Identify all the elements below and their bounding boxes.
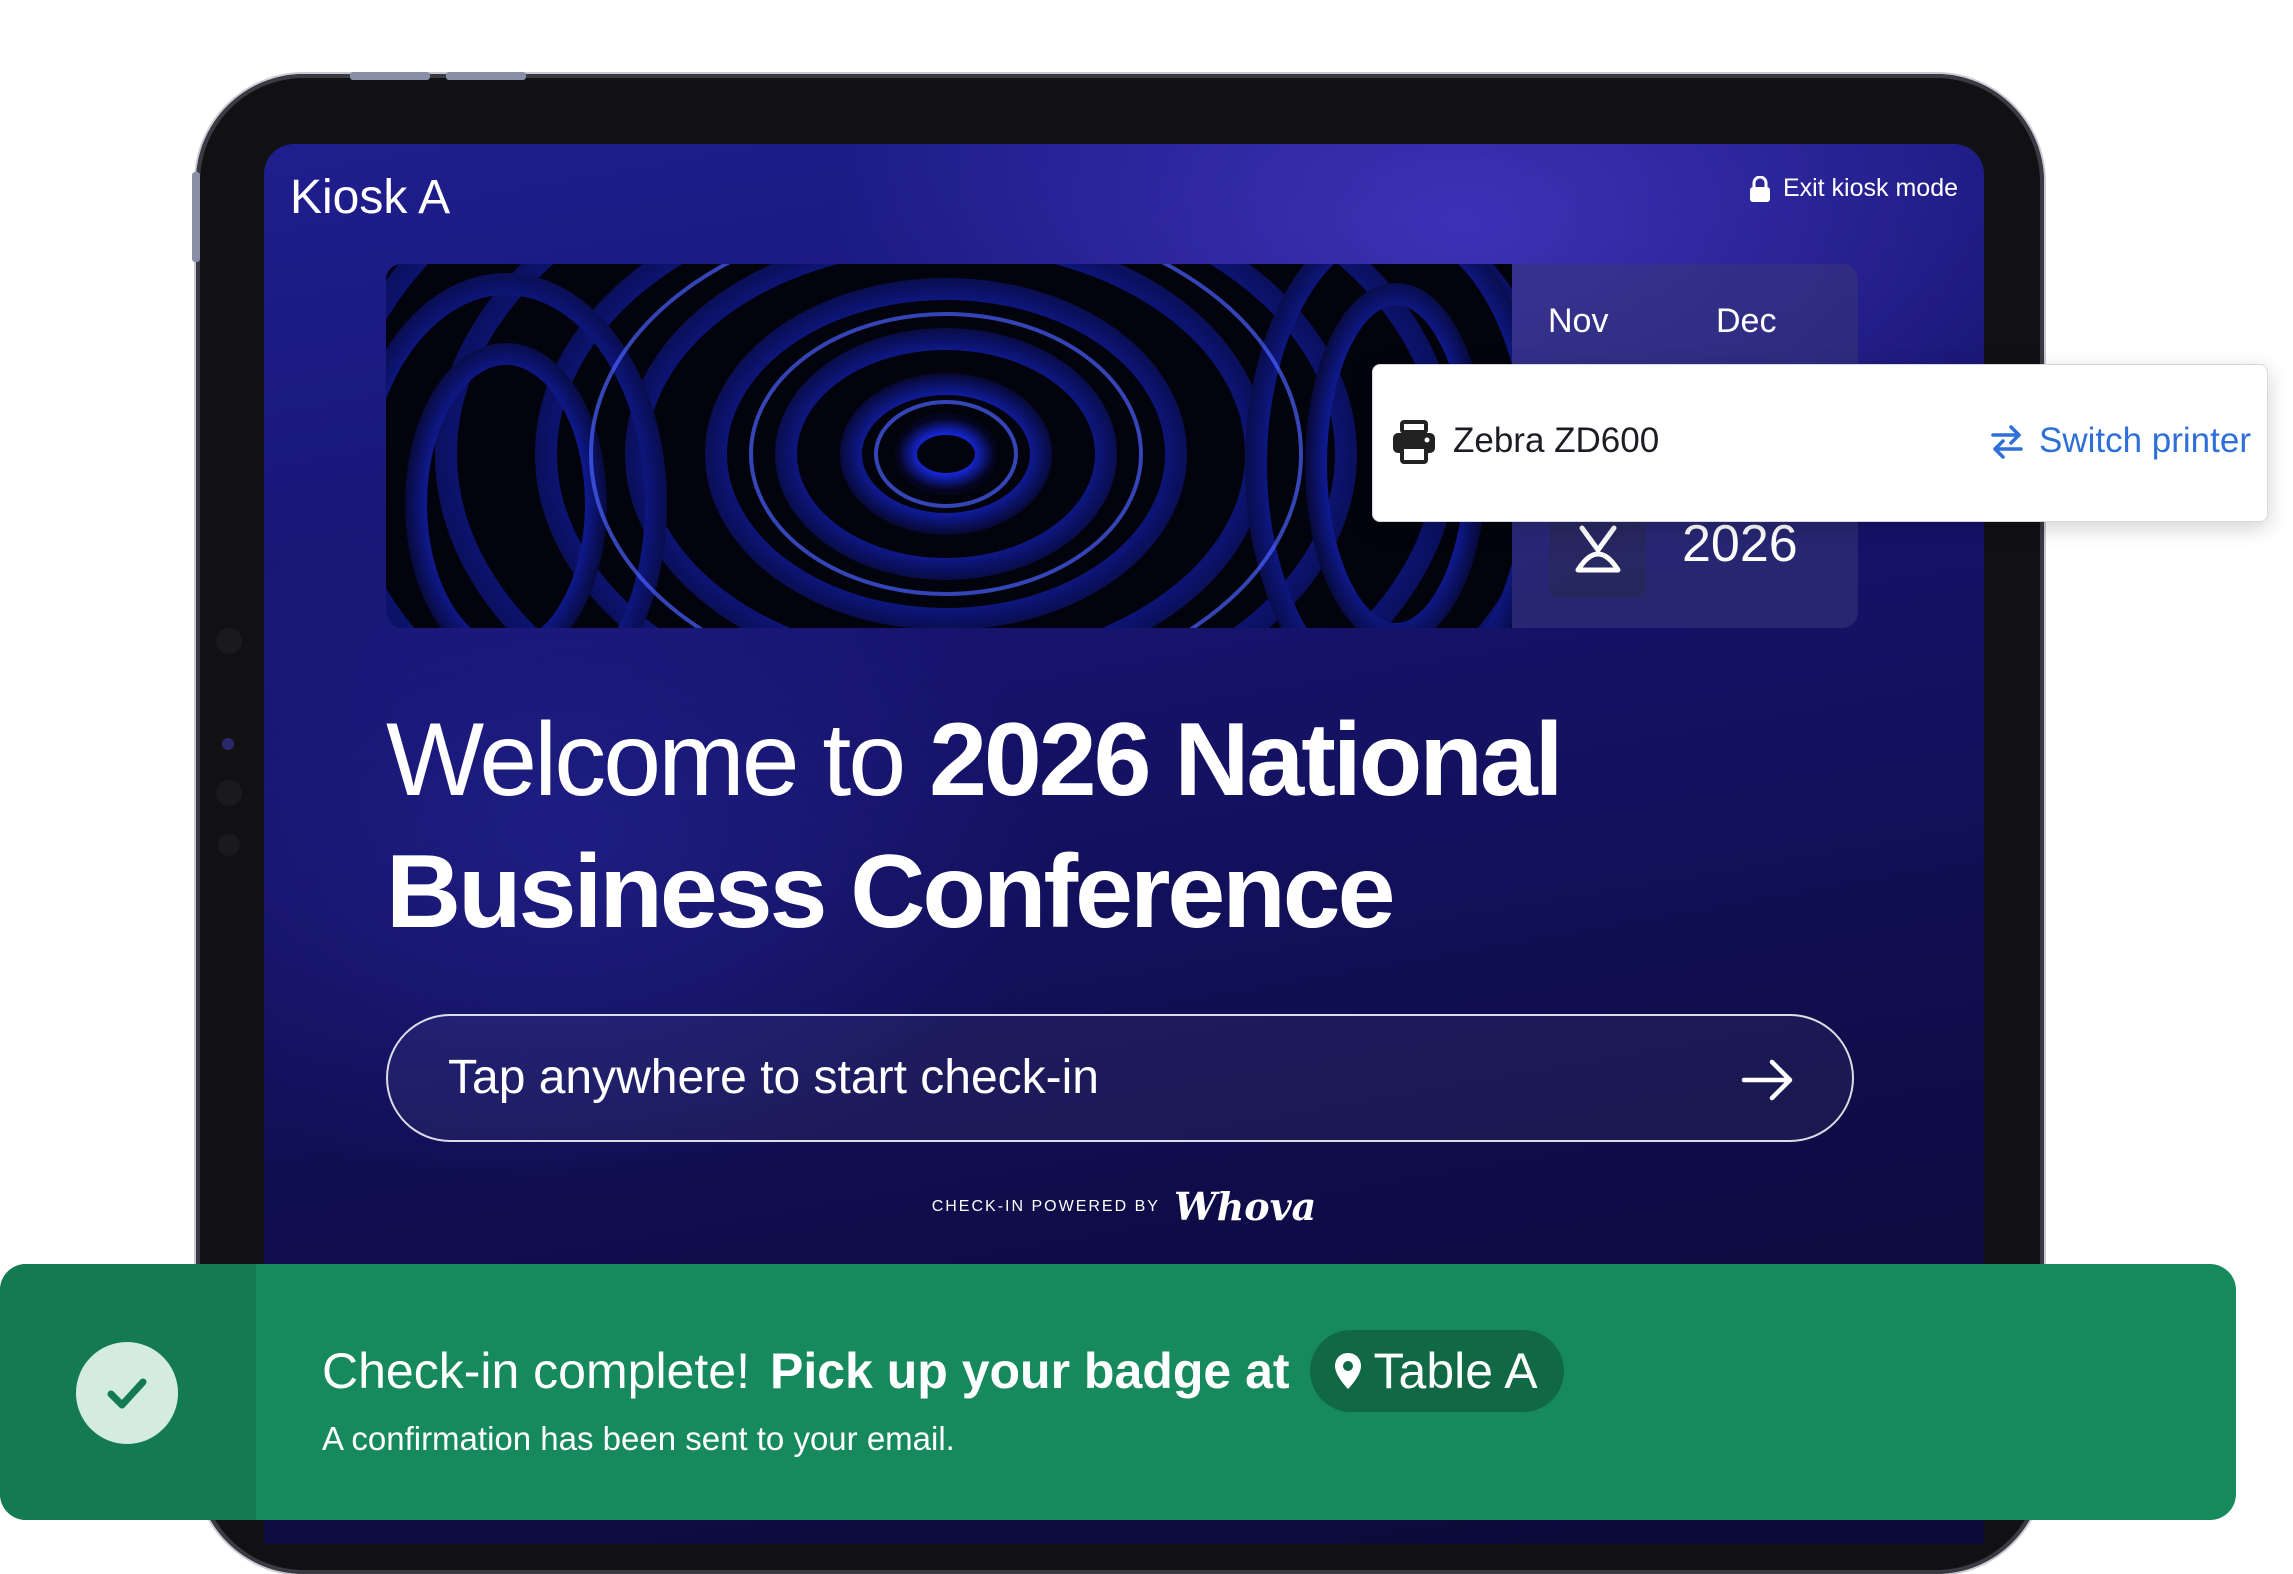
- printer-name: Zebra ZD600: [1453, 421, 1660, 460]
- badge-location-pill: Table A: [1309, 1330, 1564, 1412]
- whova-logo: Whova: [1173, 1184, 1317, 1229]
- banner-artwork: [386, 264, 1512, 628]
- event-year: 2026: [1682, 515, 1798, 573]
- exit-kiosk-button[interactable]: Exit kiosk mode: [1749, 174, 1958, 203]
- month-end: Dec: [1716, 302, 1777, 340]
- checkin-complete-text: Check-in complete!: [322, 1343, 750, 1399]
- lock-icon: [1749, 175, 1770, 202]
- check-icon: [107, 1378, 147, 1409]
- pickup-instruction: Pick up your badge at: [769, 1343, 1290, 1399]
- checkin-success-toast: Check-in complete! Pick up your badge at…: [0, 1264, 2236, 1520]
- event-logo-icon: [1575, 525, 1621, 573]
- camera-dot: [218, 834, 240, 856]
- toast-icon-area: [0, 1264, 256, 1520]
- toast-subtitle: A confirmation has been sent to your ema…: [322, 1420, 955, 1457]
- start-checkin-button[interactable]: Tap anywhere to start check-in: [386, 1014, 1854, 1142]
- camera-dot: [222, 738, 234, 750]
- printer-icon: [1393, 420, 1435, 464]
- switch-icon: [1991, 425, 2023, 459]
- camera-dot: [216, 780, 242, 806]
- check-circle: [76, 1342, 178, 1444]
- kiosk-title: Kiosk A: [290, 171, 451, 224]
- start-checkin-label: Tap anywhere to start check-in: [448, 1051, 1099, 1104]
- toast-title: Check-in complete! Pick up your badge at…: [322, 1330, 1564, 1412]
- camera-dot: [216, 628, 242, 654]
- welcome-event-name-2: Business Conference: [386, 834, 1395, 950]
- power-button: [192, 172, 200, 262]
- powered-by: CHECK-IN POWERED BY Whova: [264, 1184, 1984, 1229]
- volume-button-top: [350, 72, 430, 80]
- exit-kiosk-label: Exit kiosk mode: [1782, 174, 1958, 202]
- powered-by-label: CHECK-IN POWERED BY: [931, 1197, 1160, 1215]
- printer-card: Zebra ZD600 Switch printer: [1372, 364, 2268, 522]
- welcome-heading: Welcome to 2026 National Business Confer…: [386, 694, 1786, 958]
- arrow-right-icon: [1741, 1059, 1793, 1101]
- month-start: Nov: [1548, 302, 1609, 340]
- volume-button-bottom: [446, 72, 526, 80]
- welcome-prefix: Welcome to: [386, 702, 930, 818]
- welcome-event-name-1: 2026 National: [929, 702, 1564, 818]
- switch-printer-label: Switch printer: [2038, 421, 2251, 460]
- badge-location: Table A: [1373, 1343, 1538, 1399]
- map-pin-icon: [1334, 1353, 1361, 1389]
- switch-printer-button[interactable]: Switch printer: [1989, 421, 2251, 461]
